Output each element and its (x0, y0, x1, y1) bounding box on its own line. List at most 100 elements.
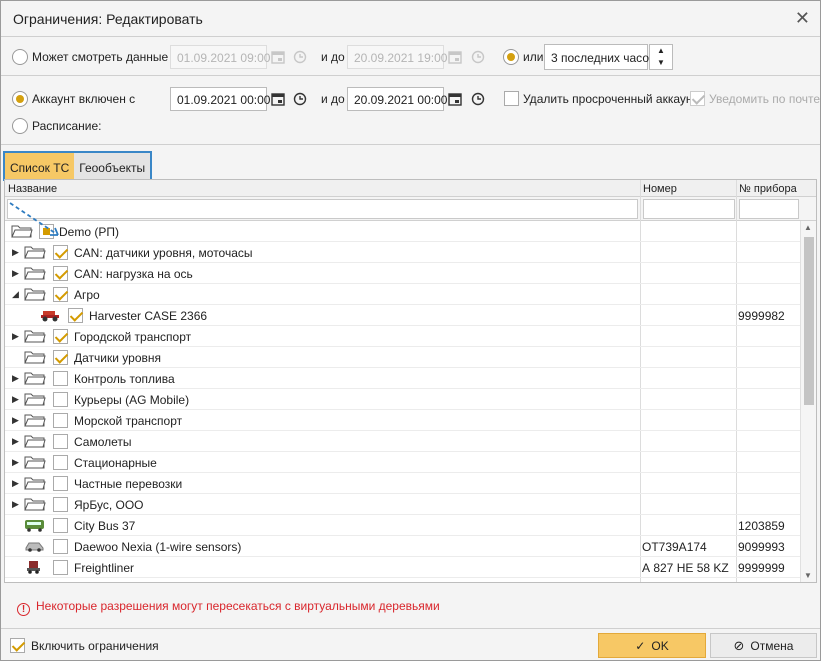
scroll-up-icon[interactable]: ▲ (804, 223, 812, 232)
account-to-input[interactable]: 20.09.2021 00:00 (347, 87, 447, 111)
expand-arrow-icon[interactable]: ▶ (12, 478, 22, 489)
tab-vehicles[interactable]: Список ТС (5, 153, 75, 179)
calendar-icon[interactable] (444, 45, 466, 69)
row-checkbox[interactable] (53, 392, 68, 407)
row-checkbox[interactable] (53, 371, 68, 386)
row-checkbox[interactable] (53, 455, 68, 470)
expand-arrow-icon[interactable]: ▶ (12, 268, 22, 279)
row-checkbox[interactable] (53, 245, 68, 260)
clock-icon[interactable] (289, 45, 311, 69)
row-number: А 827 НЕ 58 KZ (642, 561, 729, 575)
view-data-radio[interactable] (12, 49, 28, 65)
table-row[interactable]: ▶ ЯрБус, ООО (5, 494, 800, 515)
header-name[interactable]: Название (8, 183, 57, 195)
table-row[interactable]: ▶ Морской транспорт (5, 410, 800, 431)
expand-arrow-icon[interactable]: ▶ (12, 457, 22, 468)
row-checkbox[interactable] (39, 224, 54, 239)
row-checkbox[interactable] (53, 329, 68, 344)
account-to-label: и до (321, 92, 345, 106)
row-checkbox[interactable] (68, 308, 83, 323)
row-checkbox[interactable] (53, 350, 68, 365)
expand-arrow-icon[interactable]: ▶ (12, 415, 22, 426)
header-device[interactable]: № прибора (739, 183, 797, 195)
period-input[interactable]: 3 последних часов (544, 44, 655, 70)
row-checkbox[interactable] (53, 539, 68, 554)
expand-arrow-icon[interactable]: ◢ (12, 289, 22, 300)
car-icon (24, 539, 46, 556)
expand-arrow-icon[interactable]: ▶ (12, 499, 22, 510)
table-row[interactable]: ▶ CAN: нагрузка на ось (5, 263, 800, 284)
folder-icon (24, 476, 46, 493)
row-checkbox[interactable] (53, 434, 68, 449)
clock-icon[interactable] (289, 87, 311, 111)
table-row[interactable]: Demo (РП) (5, 221, 800, 242)
delete-expired-label: Удалить просроченный аккаунт (523, 92, 699, 106)
row-checkbox[interactable] (53, 476, 68, 491)
grid-header: Название Номер № прибора (5, 180, 816, 197)
expand-arrow-icon[interactable]: ▶ (12, 436, 22, 447)
row-checkbox[interactable] (53, 287, 68, 302)
folder-icon (24, 245, 46, 262)
period-radio[interactable] (503, 49, 519, 65)
folder-icon (24, 413, 46, 430)
delete-expired-checkbox[interactable] (504, 91, 519, 106)
calendar-icon[interactable] (444, 87, 466, 111)
account-from-input[interactable]: 01.09.2021 00:00 (170, 87, 270, 111)
row-name: Частные перевозки (74, 477, 183, 491)
ok-button[interactable]: ✓ OK (598, 633, 706, 658)
period-stepper[interactable]: ▲ ▼ (649, 44, 673, 70)
table-row[interactable]: Freightliner А 827 НЕ 58 KZ 9999999 (5, 557, 800, 578)
header-number[interactable]: Номер (643, 183, 677, 195)
table-row[interactable]: ▶ Контроль топлива (5, 368, 800, 389)
table-row[interactable]: ▶ CAN: датчики уровня, моточасы (5, 242, 800, 263)
row-name: CAN: датчики уровня, моточасы (74, 246, 253, 260)
expand-arrow-icon[interactable]: ▶ (12, 247, 22, 258)
view-from-input[interactable]: 01.09.2021 09:00 (170, 45, 270, 69)
close-icon[interactable]: ✕ (795, 8, 810, 28)
filter-number-input[interactable] (643, 199, 735, 219)
table-row[interactable]: ▶ Стационарные (5, 452, 800, 473)
row-checkbox[interactable] (53, 560, 68, 575)
grid-rows: Demo (РП) ▶ CAN: датчики уровня, моточасы ▶… (5, 221, 800, 578)
table-row[interactable]: Daewoo Nexia (1-wire sensors) ОТ739А174 90… (5, 536, 800, 557)
cancel-icon: ⊘ (733, 637, 745, 653)
calendar-icon[interactable] (267, 87, 289, 111)
table-row[interactable]: ◢ Агро (5, 284, 800, 305)
enable-restrictions-checkbox[interactable] (10, 638, 25, 653)
table-row[interactable]: Harvester CASE 2366 9999982 (5, 305, 800, 326)
row-device: 9999999 (738, 561, 785, 575)
bus-icon (24, 518, 46, 535)
filter-device-input[interactable] (739, 199, 799, 219)
row-checkbox[interactable] (53, 413, 68, 428)
filter-row (5, 197, 816, 221)
schedule-radio[interactable] (12, 118, 28, 134)
clock-icon[interactable] (467, 87, 489, 111)
row-checkbox[interactable] (53, 518, 68, 533)
calendar-icon[interactable] (267, 45, 289, 69)
table-row[interactable]: ▶ Частные перевозки (5, 473, 800, 494)
notify-mail-checkbox[interactable] (690, 91, 705, 106)
table-row[interactable]: ▶ Городской транспорт (5, 326, 800, 347)
warning-message: ! Некоторые разрешения могут пересекаться… (17, 599, 440, 616)
account-radio[interactable] (12, 91, 28, 107)
tab-strip: Список ТС Геообъекты (3, 151, 153, 181)
table-row[interactable]: ▶ Самолеты (5, 431, 800, 452)
row-checkbox[interactable] (53, 497, 68, 512)
or-label: или (523, 50, 544, 64)
expand-arrow-icon[interactable]: ▶ (12, 331, 22, 342)
scroll-thumb[interactable] (804, 237, 814, 405)
scroll-down-icon[interactable]: ▼ (804, 571, 812, 580)
table-row[interactable]: Датчики уровня (5, 347, 800, 368)
clock-icon[interactable] (467, 45, 489, 69)
folder-icon (11, 224, 33, 241)
view-to-input[interactable]: 20.09.2021 19:00 (347, 45, 447, 69)
cancel-button[interactable]: ⊘ Отмена (710, 633, 817, 658)
expand-arrow-icon[interactable]: ▶ (12, 373, 22, 384)
expand-arrow-icon[interactable]: ▶ (12, 394, 22, 405)
vertical-scrollbar[interactable]: ▲ ▼ (800, 221, 816, 582)
row-checkbox[interactable] (53, 266, 68, 281)
tab-geoobjects[interactable]: Геообъекты (74, 153, 151, 179)
table-row[interactable]: ▶ Курьеры (AG Mobile) (5, 389, 800, 410)
table-row[interactable]: City Bus 37 1203859 (5, 515, 800, 536)
filter-name-input[interactable] (7, 199, 638, 219)
